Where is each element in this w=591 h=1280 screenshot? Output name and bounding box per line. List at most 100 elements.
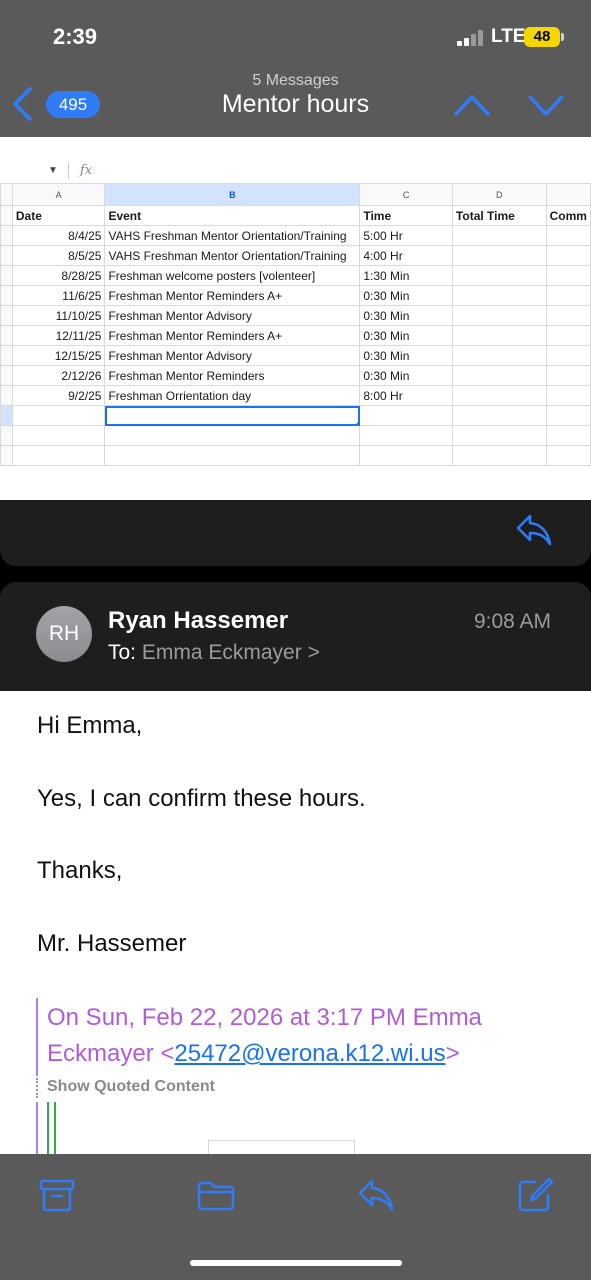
reply-icon[interactable] (514, 512, 554, 548)
comment-cell (545, 285, 591, 306)
quote-header-end: > (445, 1040, 460, 1067)
chevron-right-icon[interactable]: > (308, 641, 320, 664)
time-cell: 5:00 Hr (359, 225, 453, 246)
corner-cell (0, 183, 13, 206)
quote-header: On Sun, Feb 22, 2026 at 3:17 PM Emma Eck… (47, 1000, 567, 1072)
dropdown-icon: ▼ (48, 165, 58, 176)
empty-cell (104, 445, 361, 466)
thread-title: Mentor hours (221, 90, 370, 118)
empty-cell (104, 425, 361, 446)
time-cell (359, 405, 453, 426)
header-cell: Comm (545, 205, 591, 226)
table-row: 9/2/25 Freshman Orrientation day 8:00 Hr (0, 385, 591, 406)
fx-icon: fx (80, 163, 93, 178)
comment-cell (545, 345, 591, 366)
total-cell (451, 285, 547, 306)
comment-cell (545, 305, 591, 326)
row-header (0, 325, 13, 346)
table-row: 11/6/25 Freshman Mentor Reminders A+ 0:3… (0, 285, 591, 306)
table-row (0, 445, 591, 466)
message-count: 5 Messages (252, 72, 339, 89)
message-time: 9:08 AM (473, 610, 551, 633)
network-label: LTE (491, 26, 526, 47)
chevron-up-icon[interactable] (452, 92, 492, 118)
total-cell (451, 405, 547, 426)
divider (68, 163, 69, 179)
show-quoted-button[interactable]: Show Quoted Content (47, 1078, 215, 1096)
row-header (0, 345, 13, 366)
quote-level-bar (36, 1102, 38, 1154)
compose-icon[interactable] (515, 1176, 555, 1214)
header-cell: Event (104, 205, 361, 226)
body-signature: Mr. Hassemer (37, 930, 187, 957)
total-cell (451, 305, 547, 326)
column-header: C (359, 183, 453, 206)
total-cell (451, 265, 547, 286)
empty-cell (359, 425, 453, 446)
quote-level-bar (54, 1102, 56, 1154)
comment-cell (545, 365, 591, 386)
row-header (0, 365, 13, 386)
row-header (0, 305, 13, 326)
time-cell: 0:30 Min (359, 325, 453, 346)
column-header: B (104, 183, 361, 206)
date-cell: 8/4/25 (11, 225, 106, 246)
date-cell: 2/12/26 (11, 365, 106, 386)
event-cell: Freshman Orrientation day (104, 385, 361, 406)
date-cell: 9/2/25 (11, 385, 106, 406)
active-cell[interactable] (104, 405, 361, 426)
spreadsheet-grid: A B C D Date Event Time Total Time Comm … (0, 183, 591, 466)
row-header (0, 205, 13, 226)
total-cell (451, 345, 547, 366)
event-cell: VAHS Freshman Mentor Orientation/Trainin… (104, 245, 361, 266)
folder-icon[interactable] (196, 1176, 236, 1214)
table-row: 11/10/25 Freshman Mentor Advisory 0:30 M… (0, 305, 591, 326)
empty-cell (545, 445, 591, 466)
header-cell: Total Time (451, 205, 547, 226)
row-header (0, 405, 13, 426)
archive-icon[interactable] (37, 1176, 77, 1214)
fill-handle-icon[interactable] (356, 422, 359, 425)
time-cell: 8:00 Hr (359, 385, 453, 406)
total-cell (451, 365, 547, 386)
event-cell: Freshman Mentor Reminders A+ (104, 285, 361, 306)
table-row (0, 405, 591, 426)
time-cell: 1:30 Min (359, 265, 453, 286)
header-cell: Date (11, 205, 106, 226)
quote-bar (36, 998, 38, 1076)
avatar[interactable]: RH (36, 606, 92, 662)
row-header (0, 265, 13, 286)
header-cell: Time (359, 205, 453, 226)
quote-level-bar (47, 1102, 49, 1154)
formula-bar: ▼ fx (0, 159, 591, 185)
time-cell: 0:30 Min (359, 285, 453, 306)
sender-name[interactable]: Ryan Hassemer (108, 607, 288, 635)
recipient-line[interactable]: To: Emma Eckmayer > (108, 641, 320, 665)
body-line: Yes, I can confirm these hours. (37, 785, 366, 812)
comment-cell (545, 245, 591, 266)
column-header (545, 183, 591, 206)
event-cell: Freshman Mentor Advisory (104, 345, 361, 366)
email-link[interactable]: 25472@verona.k12.wi.us (174, 1040, 445, 1067)
row-header (0, 385, 13, 406)
total-cell (451, 385, 547, 406)
chevron-down-icon[interactable] (526, 92, 566, 118)
body-closing: Thanks, (37, 857, 123, 884)
previous-message-footer (0, 500, 591, 566)
time-cell: 4:00 Hr (359, 245, 453, 266)
event-cell: Freshman Mentor Reminders A+ (104, 325, 361, 346)
home-indicator (190, 1260, 402, 1266)
event-cell: VAHS Freshman Mentor Orientation/Trainin… (104, 225, 361, 246)
comment-cell (545, 325, 591, 346)
table-row: 8/28/25 Freshman welcome posters [volent… (0, 265, 591, 286)
table-row (0, 425, 591, 446)
date-cell: 8/28/25 (11, 265, 106, 286)
comment-cell (545, 265, 591, 286)
reply-icon[interactable] (356, 1176, 396, 1214)
signal-icon (457, 30, 483, 46)
spreadsheet-attachment[interactable]: ▼ fx A B C D Date Event Time Total Time … (0, 137, 591, 500)
date-cell: 11/6/25 (11, 285, 106, 306)
table-row: 8/4/25 VAHS Freshman Mentor Orientation/… (0, 225, 591, 246)
row-header (0, 285, 13, 306)
recipient-name[interactable]: Emma Eckmayer (142, 641, 302, 664)
